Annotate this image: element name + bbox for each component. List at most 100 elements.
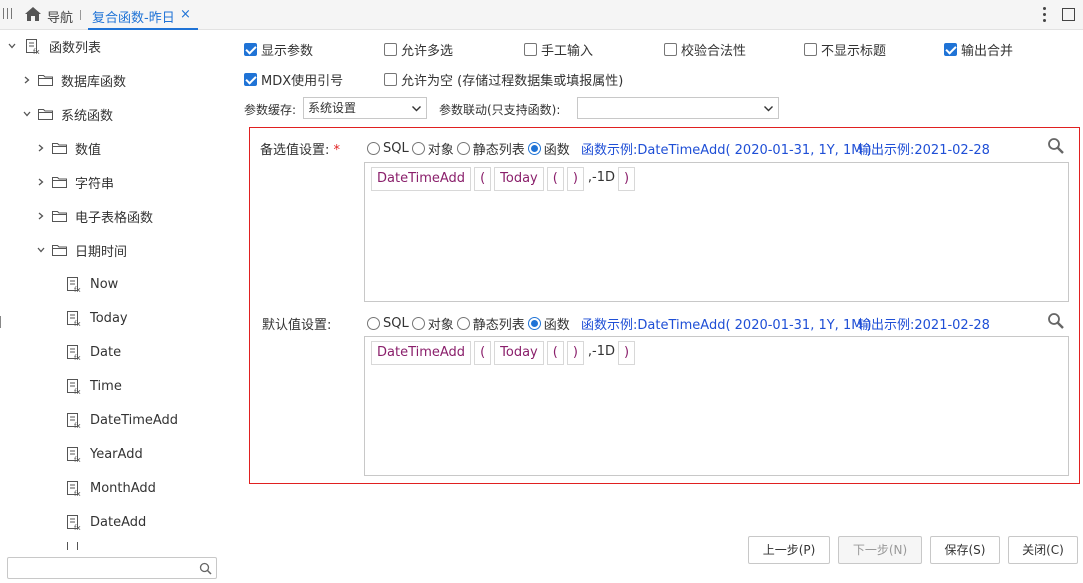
tree-item-spreadsheet-functions[interactable]: 电子表格函数 [36, 206, 153, 226]
default-formula-editor[interactable]: DateTimeAdd ( Today ( ) ,-1D ) [364, 336, 1069, 476]
option-manual-input[interactable]: 手工输入 [524, 40, 593, 59]
radio-sql[interactable]: SQL [367, 316, 409, 331]
scrollbar[interactable] [0, 316, 1, 328]
tree-item-datetime[interactable]: 日期时间 [36, 240, 127, 260]
radio-button[interactable] [367, 317, 380, 330]
tree-item-datetimeadd[interactable]: fx DateTimeAdd [66, 410, 178, 430]
tree-item-date[interactable]: fx Date [66, 342, 121, 362]
chevron-down-icon[interactable] [7, 41, 17, 51]
formula-token[interactable]: ( [474, 341, 492, 365]
checkbox-show-param[interactable] [244, 43, 257, 56]
output-value: 2021-02-28 [914, 318, 990, 333]
tree-item-yearadd[interactable]: fx YearAdd [66, 444, 143, 464]
tree-search-input[interactable] [7, 557, 217, 579]
chevron-right-icon[interactable] [36, 177, 46, 187]
formula-token[interactable]: ) [566, 167, 584, 191]
formula-token[interactable]: ( [546, 167, 564, 191]
folder-icon [52, 143, 67, 154]
checkbox-merge-output[interactable] [944, 43, 957, 56]
home-icon[interactable] [24, 6, 42, 22]
option-hide-title[interactable]: 不显示标题 [804, 40, 886, 59]
radio-button[interactable] [367, 142, 380, 155]
chevron-down-icon [412, 106, 421, 112]
next-button[interactable]: 下一步(N) [838, 536, 922, 564]
chevron-down-icon[interactable] [22, 109, 32, 119]
option-label: 允许为空 (存储过程数据集或填报属性) [401, 74, 624, 89]
chevron-right-icon[interactable] [22, 75, 32, 85]
candidate-formula-editor[interactable]: DateTimeAdd ( Today ( ) ,-1D ) [364, 162, 1069, 302]
option-validate[interactable]: 校验合法性 [664, 40, 746, 59]
checkbox-hide-title[interactable] [804, 43, 817, 56]
svg-text:fx: fx [74, 422, 81, 429]
formula-token[interactable]: ( [546, 341, 564, 365]
chevron-right-icon[interactable] [36, 143, 46, 153]
tree-item-string[interactable]: 字符串 [36, 172, 114, 192]
option-mdx-quote[interactable]: MDX使用引号 [244, 70, 343, 89]
tab-composite-function[interactable]: 复合函数-昨日 [92, 7, 175, 26]
formula-token[interactable]: ,-1D [586, 167, 617, 191]
tree-item-label: YearAdd [90, 446, 143, 462]
formula-token[interactable]: Today [494, 341, 544, 365]
tree-item-system-functions[interactable]: 系统函数 [22, 104, 113, 124]
tree-item-dateadd[interactable]: fx DateAdd [66, 512, 146, 532]
radio-button[interactable] [456, 142, 470, 155]
menu-icon[interactable] [3, 8, 12, 20]
formula-token[interactable]: DateTimeAdd [371, 341, 472, 365]
tree-item-time[interactable]: fx Time [66, 376, 122, 396]
radio-function[interactable]: 函数 [527, 139, 570, 158]
radio-function[interactable]: 函数 [527, 314, 570, 333]
checkbox-allow-multi[interactable] [384, 43, 397, 56]
tree-item-today[interactable]: fx Today [66, 308, 128, 328]
tab-close-icon[interactable]: × [180, 7, 191, 22]
formula-token[interactable]: ) [618, 167, 636, 191]
radio-button[interactable] [456, 317, 470, 330]
prev-button[interactable]: 上一步(P) [748, 536, 830, 564]
option-allow-empty[interactable]: 允许为空 (存储过程数据集或填报属性) [384, 70, 623, 89]
tree-item-label: 数值 [75, 142, 102, 158]
radio-button[interactable] [527, 317, 541, 330]
more-options-icon[interactable] [1040, 6, 1048, 24]
cache-select[interactable]: 系统设置 [303, 97, 427, 119]
formula-token[interactable]: ( [474, 167, 492, 191]
checkbox-allow-empty[interactable] [384, 73, 397, 86]
formula-token[interactable]: ) [618, 341, 636, 365]
nav-label[interactable]: 导航 [47, 7, 73, 26]
formula-token[interactable]: ) [566, 341, 584, 365]
radio-button[interactable] [527, 142, 541, 155]
tree-item-database-functions[interactable]: 数据库函数 [22, 70, 126, 90]
radio-sql[interactable]: SQL [367, 141, 409, 156]
checkbox-manual-input[interactable] [524, 43, 537, 56]
radio-static-list[interactable]: 静态列表 [456, 139, 525, 158]
checkbox-validate[interactable] [664, 43, 677, 56]
formula-token[interactable]: Today [494, 167, 544, 191]
search-icon[interactable] [199, 562, 212, 575]
function-icon: fx [67, 344, 81, 361]
radio-static-list[interactable]: 静态列表 [456, 314, 525, 333]
formula-token[interactable]: ,-1D [586, 341, 617, 365]
option-label: MDX使用引号 [261, 74, 344, 89]
checkbox-mdx-quote[interactable] [244, 73, 257, 86]
function-icon: fx [67, 276, 81, 293]
tree-item-numeric[interactable]: 数值 [36, 138, 101, 158]
option-merge-output[interactable]: 输出合并 [944, 40, 1013, 59]
option-show-param[interactable]: 显示参数 [244, 40, 313, 59]
svg-text:fx: fx [74, 286, 81, 293]
radio-button[interactable] [411, 142, 425, 155]
option-allow-multi[interactable]: 允许多选 [384, 40, 453, 59]
tree-root[interactable]: fx 函数列表 [7, 36, 101, 56]
linkage-select[interactable] [577, 97, 779, 119]
tree-item-monthadd[interactable]: fx MonthAdd [66, 478, 156, 498]
svg-text:fx: fx [74, 388, 81, 395]
tree-item-now[interactable]: fx Now [66, 274, 118, 294]
search-icon[interactable] [1047, 312, 1065, 330]
chevron-down-icon[interactable] [36, 245, 46, 255]
search-icon[interactable] [1047, 137, 1065, 155]
formula-token[interactable]: DateTimeAdd [371, 167, 472, 191]
save-button[interactable]: 保存(S) [930, 536, 1000, 564]
radio-object[interactable]: 对象 [411, 314, 454, 333]
maximize-icon[interactable] [1062, 8, 1075, 21]
close-button[interactable]: 关闭(C) [1008, 536, 1078, 564]
radio-button[interactable] [411, 317, 425, 330]
chevron-right-icon[interactable] [36, 211, 46, 221]
radio-object[interactable]: 对象 [411, 139, 454, 158]
